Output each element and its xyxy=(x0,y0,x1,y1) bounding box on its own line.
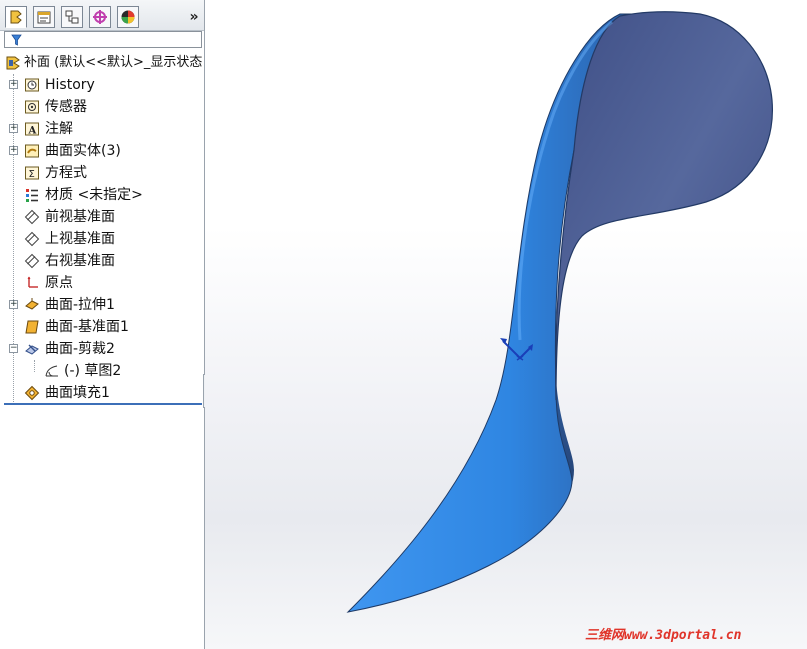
propertymanager-tab[interactable] xyxy=(33,6,55,28)
tree-item-equations[interactable]: Σ 方程式 xyxy=(0,162,204,184)
plane-icon xyxy=(24,231,40,247)
history-icon xyxy=(25,78,39,92)
tree-item-label: 材质 <未指定> xyxy=(45,187,143,203)
tree-item-origin[interactable]: 原点 xyxy=(0,272,204,294)
part-root-node[interactable]: 补面 (默认<<默认>_显示状态 1>) xyxy=(2,53,204,73)
tree-item-history[interactable]: + History xyxy=(0,74,204,96)
expand-toggle[interactable]: + xyxy=(9,300,18,309)
tree-item-label: 注解 xyxy=(45,121,73,137)
dimxpert-icon xyxy=(93,10,107,24)
model-view xyxy=(346,11,773,613)
display-manager-icon xyxy=(121,10,135,24)
filter-icon xyxy=(11,34,22,46)
featuremanager-tab[interactable] xyxy=(5,6,27,28)
tree-item-label: 前视基准面 xyxy=(45,209,115,225)
configuration-icon xyxy=(65,10,79,24)
surface-trim-icon xyxy=(25,344,39,355)
annotation-icon: A xyxy=(25,122,39,137)
svg-text:A: A xyxy=(28,126,37,137)
expand-toggle[interactable]: + xyxy=(9,80,18,89)
tree-item-label: 曲面-基准面1 xyxy=(45,319,129,335)
svg-text:Σ: Σ xyxy=(29,169,35,180)
tree-item-label: (-) 草图2 xyxy=(64,363,122,379)
tree-item-top-plane[interactable]: 上视基准面 xyxy=(0,228,204,250)
surface-fill-icon xyxy=(24,385,40,401)
surface-bodies-icon xyxy=(25,144,39,158)
part-icon xyxy=(6,56,20,70)
model-top-face[interactable] xyxy=(555,11,773,401)
expand-panel-button[interactable]: » xyxy=(187,8,201,26)
tree-item-surface-extrude1[interactable]: + 曲面-拉伸1 xyxy=(0,294,204,316)
tree-item-surface-bodies[interactable]: + 曲面实体(3) xyxy=(0,140,204,162)
tree-item-label: 曲面填充1 xyxy=(45,385,110,401)
sketch-icon xyxy=(45,365,58,377)
panel-tab-bar: » xyxy=(0,0,204,31)
tree-item-label: 传感器 xyxy=(45,99,87,115)
tree-item-front-plane[interactable]: 前视基准面 xyxy=(0,206,204,228)
planar-surface-icon xyxy=(25,320,39,334)
surface-extrude-icon xyxy=(25,298,39,310)
part-name: 补面 (默认<<默认>_显示状态 1>) xyxy=(24,55,204,70)
rollback-bar[interactable] xyxy=(4,403,202,405)
tree-item-label: 曲面实体(3) xyxy=(45,143,121,159)
tree-item-material[interactable]: 材质 <未指定> xyxy=(0,184,204,206)
collapse-toggle[interactable]: − xyxy=(9,344,18,353)
material-icon xyxy=(26,189,38,202)
feature-manager-panel: » 补面 (默认<<默认>_显示状态 1>) + History 传感器 xyxy=(0,0,205,649)
property-icon xyxy=(37,11,51,24)
equation-icon: Σ xyxy=(25,166,39,180)
tree-item-planar-surface1[interactable]: 曲面-基准面1 xyxy=(0,316,204,338)
display-manager-tab[interactable] xyxy=(117,6,139,28)
tree-item-sketch2[interactable]: (-) 草图2 xyxy=(0,360,204,382)
tree-item-annotations[interactable]: + A 注解 xyxy=(0,118,204,140)
tree-item-label: 原点 xyxy=(45,275,73,291)
sensor-icon xyxy=(25,100,39,114)
tree-item-label: 上视基准面 xyxy=(45,231,115,247)
tree-filter-input[interactable] xyxy=(4,31,202,48)
tree-item-label: 右视基准面 xyxy=(45,253,115,269)
dimxpert-tab[interactable] xyxy=(89,6,111,28)
graphics-area[interactable]: 三维网www.3dportal.cn xyxy=(205,0,807,649)
tree-item-surface-fill1[interactable]: 曲面填充1 xyxy=(0,382,204,404)
tree-item-sensors[interactable]: 传感器 xyxy=(0,96,204,118)
plane-icon xyxy=(24,209,40,225)
feature-tree-icon xyxy=(10,10,22,24)
plane-icon xyxy=(24,253,40,269)
tree-item-label: 曲面-拉伸1 xyxy=(45,297,115,313)
tree-item-label: History xyxy=(45,77,95,93)
configurationmanager-tab[interactable] xyxy=(61,6,83,28)
expand-toggle[interactable]: + xyxy=(9,146,18,155)
tree-item-right-plane[interactable]: 右视基准面 xyxy=(0,250,204,272)
expand-toggle[interactable]: + xyxy=(9,124,18,133)
tree-item-label: 曲面-剪裁2 xyxy=(45,341,115,357)
tree-item-surface-trim2[interactable]: − 曲面-剪裁2 xyxy=(0,338,204,360)
origin-icon xyxy=(27,276,38,288)
tree-item-label: 方程式 xyxy=(45,165,87,181)
watermark-text: 三维网www.3dportal.cn xyxy=(585,628,742,643)
